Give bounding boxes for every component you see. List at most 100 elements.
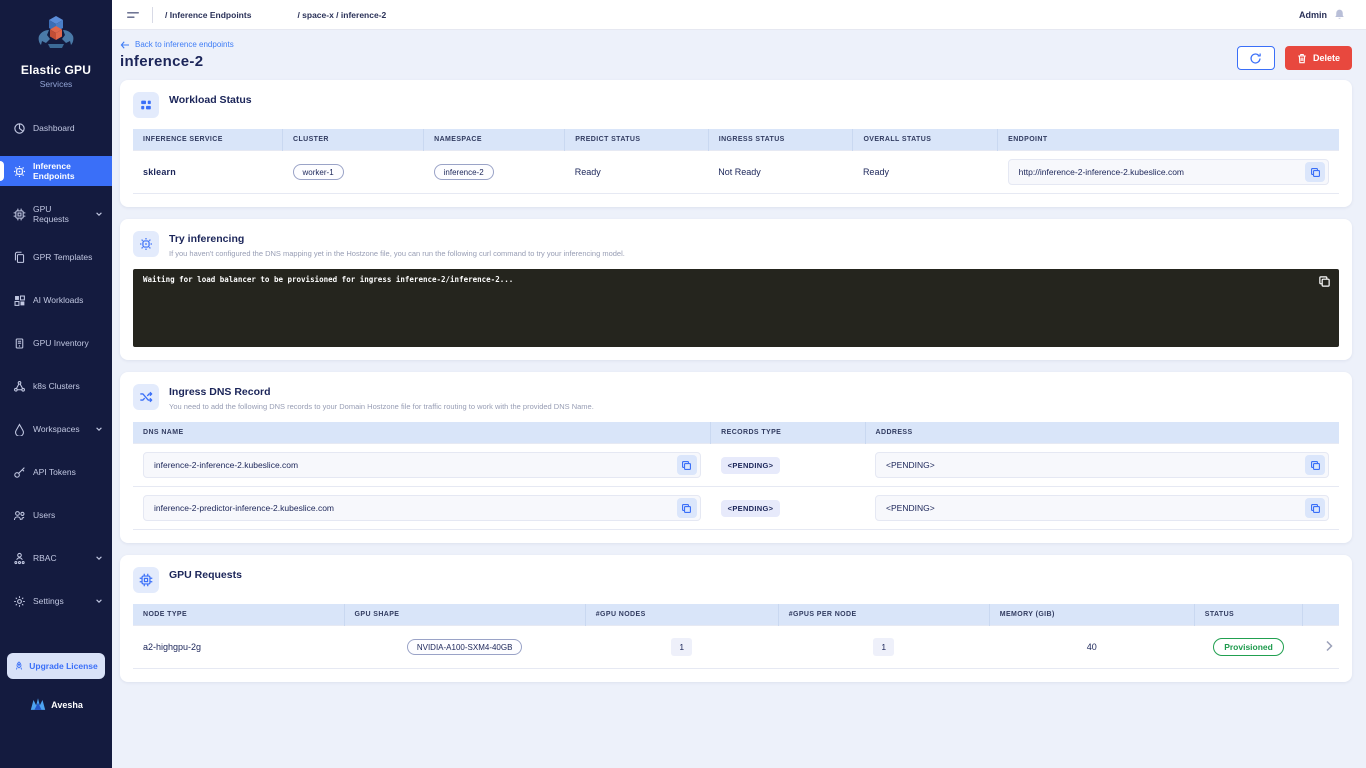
col-endpoint: ENDPOINT — [997, 129, 1339, 151]
col-gpus-per-node: #GPUS PER NODE — [778, 604, 990, 626]
sidebar-item-workspaces[interactable]: Workspaces — [0, 414, 112, 444]
page-title: inference-2 — [120, 53, 204, 70]
breadcrumb-path[interactable]: / space-x / inference-2 — [297, 10, 386, 20]
sidebar-nav: Dashboard Inference Endpoints GPU Reques… — [0, 113, 112, 629]
chevron-down-icon — [95, 210, 103, 218]
copy-address-button[interactable] — [1305, 498, 1325, 518]
ingress-dns-card: Ingress DNS Record You need to add the f… — [120, 372, 1352, 543]
workload-status-card: Workload Status INFERENCE SERVICE CLUSTE… — [120, 80, 1352, 207]
dns-name-field[interactable]: inference-2-inference-2.kubeslice.com — [143, 452, 701, 478]
sidebar-item-gpu-requests[interactable]: GPU Requests — [0, 199, 112, 229]
app-subtitle: Services — [39, 79, 73, 89]
gpus-per-node-value: 1 — [873, 638, 895, 656]
bell-icon[interactable] — [1333, 8, 1346, 21]
workload-table: INFERENCE SERVICE CLUSTER NAMESPACE PRED… — [133, 129, 1339, 194]
col-ingress-status: INGRESS STATUS — [708, 129, 854, 151]
workload-status-title: Workload Status — [169, 94, 252, 106]
back-link[interactable]: Back to inference endpoints — [120, 40, 234, 49]
try-inferencing-icon — [133, 231, 159, 257]
chevron-down-icon — [95, 425, 103, 433]
sidebar-item-inference-endpoints[interactable]: Inference Endpoints — [0, 156, 112, 186]
dashboard-icon — [13, 122, 26, 135]
avesha-logo-icon — [29, 697, 47, 712]
delete-button[interactable]: Delete — [1284, 46, 1352, 70]
col-status: STATUS — [1194, 604, 1304, 626]
menu-toggle-icon[interactable] — [126, 9, 140, 21]
elastic-gpu-logo-icon — [35, 14, 77, 54]
inventory-icon — [13, 337, 26, 350]
ingress-status-value: Not Ready — [708, 150, 853, 194]
copy-dns-name-button[interactable] — [676, 455, 697, 475]
gpu-nodes-value: 1 — [671, 638, 693, 656]
sidebar-item-gpu-inventory[interactable]: GPU Inventory — [0, 328, 112, 358]
address-field[interactable]: <PENDING> — [875, 495, 1329, 521]
address-field[interactable]: <PENDING> — [875, 452, 1329, 478]
endpoint-field[interactable]: http://inference-2-inference-2.kubeslice… — [1007, 159, 1329, 185]
ingress-dns-subtitle: You need to add the following DNS record… — [169, 402, 594, 411]
sidebar-item-k8s-clusters[interactable]: k8s Clusters — [0, 371, 112, 401]
topbar-divider — [152, 6, 153, 23]
rbac-icon — [13, 552, 26, 565]
clusters-icon — [13, 380, 26, 393]
chevron-right-icon[interactable] — [1325, 640, 1333, 652]
col-memory: MEMORY (GIB) — [989, 604, 1195, 626]
sidebar-item-rbac[interactable]: RBAC — [0, 543, 112, 573]
namespace-chip: inference-2 — [433, 164, 494, 180]
records-type-badge: <PENDING> — [720, 499, 781, 517]
refresh-button[interactable] — [1236, 46, 1275, 70]
copy-address-button[interactable] — [1305, 455, 1325, 475]
sidebar-item-gpr-templates[interactable]: GPR Templates — [0, 242, 112, 272]
try-inferencing-subtitle: If you haven't configured the DNS mappin… — [169, 249, 625, 258]
predict-status-value: Ready — [564, 150, 709, 194]
workload-row: sklearn worker-1 inference-2 Ready Not R… — [133, 150, 1339, 194]
copy-endpoint-button[interactable] — [1305, 162, 1325, 182]
copy-dns-name-button[interactable] — [676, 498, 697, 518]
templates-icon — [13, 251, 26, 264]
rocket-icon — [14, 661, 24, 671]
chevron-down-icon — [95, 597, 103, 605]
gpu-shape-chip: NVIDIA-A100-SXM4-40GB — [406, 639, 523, 655]
app-logo: Elastic GPU Services — [0, 0, 112, 99]
try-inferencing-title: Try inferencing — [169, 233, 245, 245]
col-namespace: NAMESPACE — [423, 129, 566, 151]
dns-table: DNS NAME RECORDS TYPE ADDRESS inference-… — [133, 422, 1339, 530]
sidebar-item-dashboard[interactable]: Dashboard — [0, 113, 112, 143]
gpu-requests-table: NODE TYPE GPU SHAPE #GPU NODES #GPUS PER… — [133, 604, 1339, 669]
node-type-value: a2-highgpu-2g — [133, 625, 345, 669]
sidebar: Elastic GPU Services Dashboard Inference… — [0, 0, 112, 768]
gpu-requests-icon — [133, 567, 159, 593]
user-name[interactable]: Admin — [1299, 10, 1327, 20]
gear-icon — [13, 595, 26, 608]
gpu-requests-card: GPU Requests NODE TYPE GPU SHAPE #GPU NO… — [120, 555, 1352, 682]
gpu-chip-icon — [13, 208, 26, 221]
dns-name-field[interactable]: inference-2-predictor-inference-2.kubesl… — [143, 495, 701, 521]
ingress-dns-icon — [133, 384, 159, 410]
sidebar-item-users[interactable]: Users — [0, 500, 112, 530]
col-gpu-nodes: #GPU NODES — [585, 604, 779, 626]
memory-value: 40 — [989, 625, 1195, 669]
upgrade-license-button[interactable]: Upgrade License — [7, 653, 105, 679]
inference-service-value: sklearn — [133, 150, 283, 194]
brand-footer: Avesha — [29, 697, 83, 712]
dns-row: inference-2-inference-2.kubeslice.com <P… — [133, 443, 1339, 487]
records-type-badge: <PENDING> — [720, 456, 781, 474]
gpu-requests-title: GPU Requests — [169, 569, 242, 581]
breadcrumb-section[interactable]: / Inference Endpoints — [165, 10, 251, 20]
page-header: Back to inference endpoints inference-2 … — [120, 40, 1352, 70]
page-content: Back to inference endpoints inference-2 … — [112, 30, 1366, 768]
col-address: ADDRESS — [865, 422, 1339, 444]
gpu-request-row[interactable]: a2-highgpu-2g NVIDIA-A100-SXM4-40GB 1 1 … — [133, 625, 1339, 669]
trash-icon — [1297, 53, 1307, 64]
col-node-type: NODE TYPE — [133, 604, 345, 626]
back-arrow-icon — [120, 40, 130, 49]
chevron-down-icon — [95, 554, 103, 562]
copy-terminal-button[interactable] — [1318, 275, 1331, 288]
col-inference-service: INFERENCE SERVICE — [133, 129, 284, 151]
sidebar-item-settings[interactable]: Settings — [0, 586, 112, 616]
sidebar-item-ai-workloads[interactable]: AI Workloads — [0, 285, 112, 315]
cluster-chip: worker-1 — [292, 164, 344, 180]
sidebar-item-api-tokens[interactable]: API Tokens — [0, 457, 112, 487]
col-dns-name: DNS NAME — [133, 422, 712, 444]
topbar: / Inference Endpoints / space-x / infere… — [112, 0, 1366, 30]
col-gpu-shape: GPU SHAPE — [344, 604, 586, 626]
